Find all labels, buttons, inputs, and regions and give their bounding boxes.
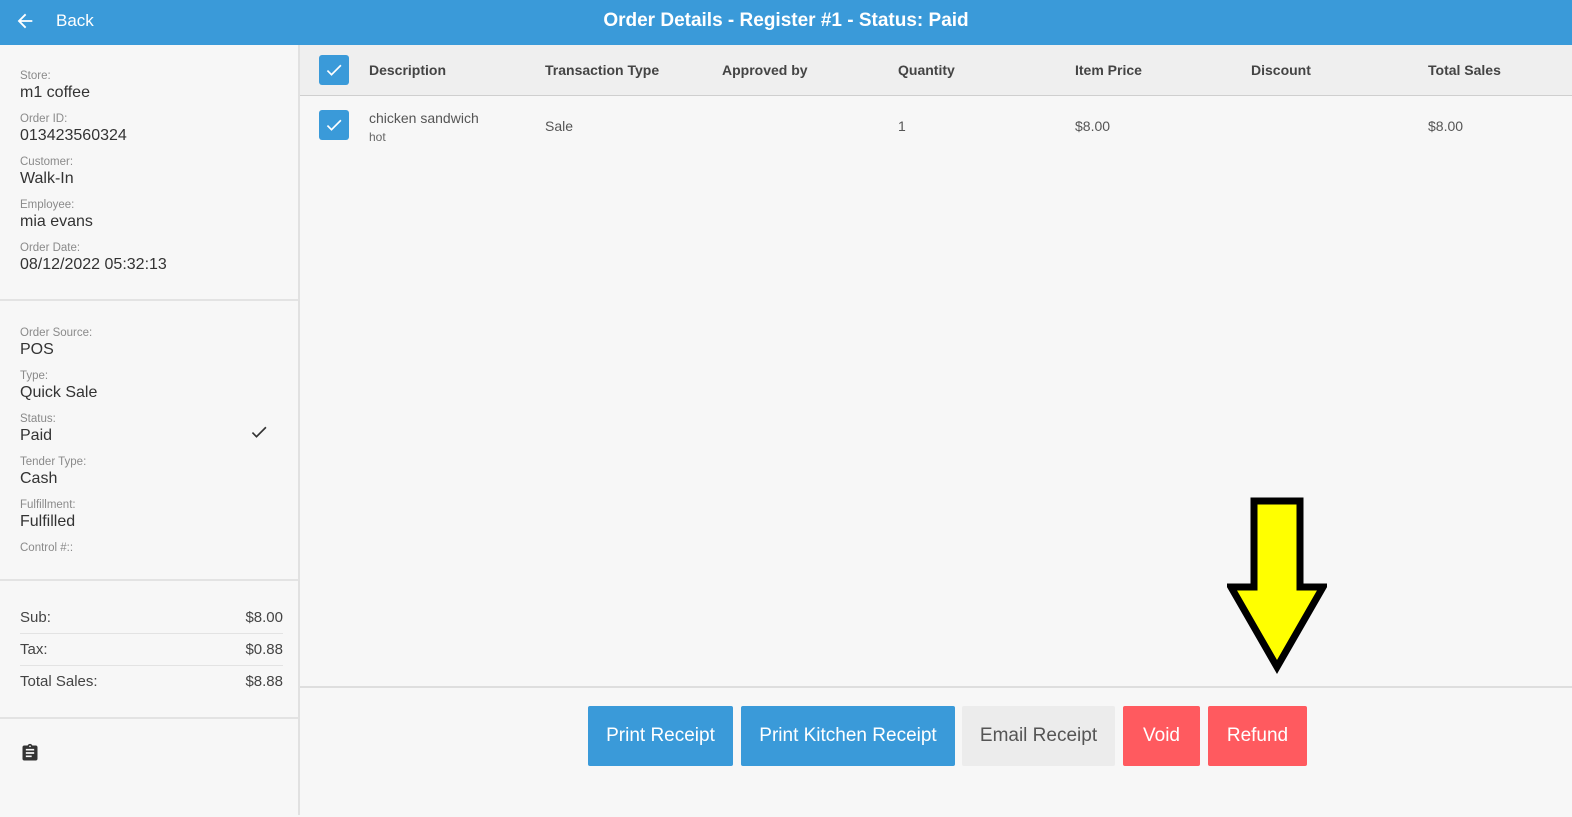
type-label: Type: [20,370,49,382]
store-label: Store: [20,70,51,82]
check-icon [326,64,342,76]
check-icon [251,426,267,438]
item-description: chicken sandwich [369,110,479,126]
type-field: Type: Quick Sale [20,370,97,402]
status-value: Paid [20,427,53,444]
down-arrow-annotation-icon [1227,497,1327,675]
tender-type-value: Cash [20,470,58,487]
column-header-description[interactable]: Description [369,45,446,95]
store-value: m1 coffee [20,84,90,101]
tender-type-field: Tender Type: Cash [20,456,86,488]
item-modifier: hot [369,130,386,144]
subtotal-label: Sub: [20,609,51,626]
employee-label: Employee: [20,199,75,211]
order-id-label: Order ID: [20,113,68,125]
customer-field: Customer: Walk-In [20,156,74,188]
void-button[interactable]: Void [1123,706,1200,766]
column-header-approved-by[interactable]: Approved by [722,45,808,95]
fulfillment-field: Fulfillment: Fulfilled [20,499,76,531]
transaction-type-cell: Sale [545,118,574,134]
status-field: Status: Paid [20,413,56,445]
total-sales-value: $8.88 [245,673,283,690]
employee-field: Employee: mia evans [20,199,93,231]
quantity-cell: 1 [898,118,906,134]
sidebar-divider [0,717,298,719]
total-sales-cell: $8.00 [1428,118,1464,134]
subtotal-row: Sub: $8.00 [20,602,283,634]
control-number-field: Control #:: [20,542,73,556]
item-description-cell: chicken sandwich hot [369,110,479,144]
order-source-value: POS [20,341,54,358]
column-header-item-price[interactable]: Item Price [1075,45,1142,95]
action-footer: Print Receipt Print Kitchen Receipt Emai… [300,686,1572,817]
total-sales-row: Total Sales: $8.88 [20,666,283,697]
column-header-discount[interactable]: Discount [1251,45,1311,95]
tender-type-label: Tender Type: [20,456,87,468]
store-field: Store: m1 coffee [20,70,90,102]
status-label: Status: [20,413,56,425]
tax-label: Tax: [20,641,48,658]
employee-value: mia evans [20,213,93,230]
row-checkbox[interactable] [319,110,349,140]
column-header-total-sales[interactable]: Total Sales [1428,45,1501,95]
fulfillment-value: Fulfilled [20,513,76,530]
total-sales-label: Total Sales: [20,673,98,690]
top-bar: Back Order Details - Register #1 - Statu… [0,0,1572,45]
type-value: Quick Sale [20,384,98,401]
sidebar-divider [0,579,298,581]
table-row[interactable]: chicken sandwich hot Sale 1 $8.00 $8.00 [300,96,1572,154]
order-source-label: Order Source: [20,327,93,339]
table-header: Description Transaction Type Approved by… [300,45,1572,96]
order-date-value: 08/12/2022 05:32:13 [20,256,167,273]
print-kitchen-receipt-button[interactable]: Print Kitchen Receipt [741,706,955,766]
item-price-cell: $8.00 [1075,118,1111,134]
tax-value: $0.88 [245,641,283,658]
subtotal-value: $8.00 [245,609,283,626]
order-date-label: Order Date: [20,242,81,254]
order-sidebar: Store: m1 coffee Order ID: 013423560324 … [0,45,300,815]
order-date-field: Order Date: 08/12/2022 05:32:13 [20,242,167,274]
page-title: Order Details - Register #1 - Status: Pa… [603,10,969,31]
tax-row: Tax: $0.88 [20,634,283,666]
order-id-field: Order ID: 013423560324 [20,113,127,145]
email-receipt-button[interactable]: Email Receipt [962,706,1115,766]
order-items-panel: Description Transaction Type Approved by… [300,45,1572,817]
print-receipt-button[interactable]: Print Receipt [588,706,733,766]
sidebar-divider [0,299,298,301]
column-header-transaction-type[interactable]: Transaction Type [545,45,659,95]
check-icon [326,119,342,131]
customer-value: Walk-In [20,170,74,187]
select-all-checkbox[interactable] [319,55,349,85]
fulfillment-label: Fulfillment: [20,499,76,511]
customer-label: Customer: [20,156,74,168]
order-source-field: Order Source: POS [20,327,92,359]
refund-button[interactable]: Refund [1208,706,1307,766]
control-number-label: Control #:: [20,542,74,554]
column-header-quantity[interactable]: Quantity [898,45,955,95]
order-id-value: 013423560324 [20,127,127,144]
clipboard-icon[interactable] [20,742,40,764]
